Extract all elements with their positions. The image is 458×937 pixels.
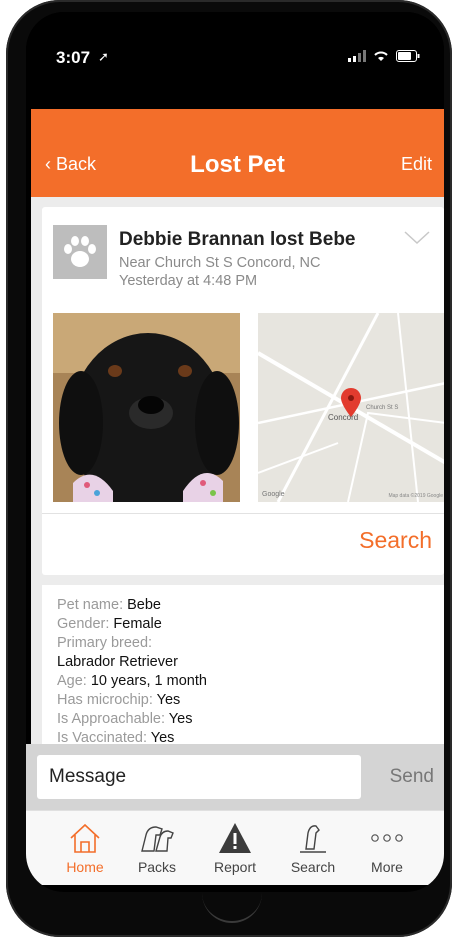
detail-row: Labrador Retriever: [57, 654, 178, 670]
tab-label: Home: [66, 859, 104, 875]
detail-row: Has microchip: Yes: [57, 692, 180, 708]
tab-more[interactable]: More: [352, 817, 422, 875]
status-time: 3:07: [56, 48, 91, 67]
dog-photo-illustration: [53, 313, 240, 502]
tab-search[interactable]: Search: [278, 817, 348, 875]
detail-row: Primary breed:: [57, 635, 152, 651]
detail-value: 10 years, 1 month: [90, 673, 207, 689]
home-indicator: [202, 891, 262, 923]
detail-value: Yes: [168, 711, 193, 727]
search-button[interactable]: Search: [359, 527, 432, 554]
battery-icon: [396, 50, 420, 62]
send-button[interactable]: Send: [390, 766, 434, 788]
map-copyright: Map data ©2019 Google: [388, 493, 443, 499]
tab-home[interactable]: Home: [50, 817, 120, 875]
detail-label: Pet name:: [57, 597, 128, 613]
detail-value: Female: [113, 616, 162, 632]
post-time: Yesterday at 4:48 PM: [119, 273, 258, 289]
tab-packs[interactable]: Packs: [122, 817, 192, 875]
card-divider: [42, 513, 444, 514]
nav-bar: ‹ Back Lost Pet Edit: [31, 109, 444, 197]
location-arrow-icon: ➚: [98, 49, 109, 64]
tab-label: More: [371, 859, 403, 875]
detail-label: Age:: [57, 673, 91, 689]
paw-icon: [64, 236, 96, 267]
status-bar: 3:07 ➚: [26, 12, 444, 107]
post-location: Near Church St S Concord, NC: [119, 255, 321, 271]
tab-label: Packs: [137, 859, 177, 875]
detail-row: Is Approachable: Yes: [57, 711, 192, 727]
pet-details: Pet name: Bebe Gender: Female Primary br…: [42, 585, 444, 757]
tab-label: Search: [290, 859, 336, 875]
tab-label: Report: [213, 859, 257, 875]
post-title: Debbie Brannan lost Bebe: [119, 229, 356, 250]
content-scroll[interactable]: Debbie Brannan lost Bebe Near Church St …: [31, 197, 444, 757]
map-city-label: Concord: [328, 413, 359, 422]
warning-icon: [219, 823, 251, 853]
message-input[interactable]: Message: [37, 755, 361, 799]
edit-button[interactable]: Edit: [401, 154, 432, 175]
screen: 3:07 ➚ ‹ Back Lost Pet Edit Debbie Brann…: [26, 12, 444, 892]
tab-bar: Home Packs Report Search More: [26, 810, 444, 885]
ellipsis-icon: [371, 834, 403, 842]
map-illustration: [258, 313, 444, 502]
house-icon: [70, 823, 100, 853]
detail-value: Yes: [156, 692, 181, 708]
status-icons: [348, 50, 420, 62]
detail-label: Gender:: [57, 616, 114, 632]
pet-photo[interactable]: [53, 313, 240, 502]
search-dog-icon: [300, 825, 326, 853]
detail-row: Age: 10 years, 1 month: [57, 673, 207, 689]
detail-label: Primary breed:: [57, 635, 153, 651]
detail-label: Is Approachable:: [57, 711, 169, 727]
detail-label: Has microchip:: [57, 692, 157, 708]
message-bar: Message Send: [26, 744, 444, 810]
map-street-label: Church St S: [366, 405, 399, 411]
tab-report[interactable]: Report: [200, 817, 270, 875]
detail-value: Labrador Retriever: [57, 654, 178, 670]
detail-value: Bebe: [127, 597, 161, 613]
wifi-icon: [374, 51, 388, 61]
phone-frame: 3:07 ➚ ‹ Back Lost Pet Edit Debbie Brann…: [6, 0, 452, 937]
lost-pet-card: Debbie Brannan lost Bebe Near Church St …: [42, 207, 444, 575]
detail-row: Pet name: Bebe: [57, 597, 161, 613]
page-title: Lost Pet: [190, 151, 285, 178]
chevron-down-icon[interactable]: [404, 231, 430, 245]
avatar[interactable]: [53, 225, 107, 279]
detail-row: Gender: Female: [57, 616, 162, 632]
dogs-icon: [141, 826, 174, 852]
location-map[interactable]: Concord Church St S Google Map data ©201…: [258, 313, 444, 502]
signal-icon: [348, 50, 366, 62]
map-google-label: Google: [262, 491, 285, 498]
